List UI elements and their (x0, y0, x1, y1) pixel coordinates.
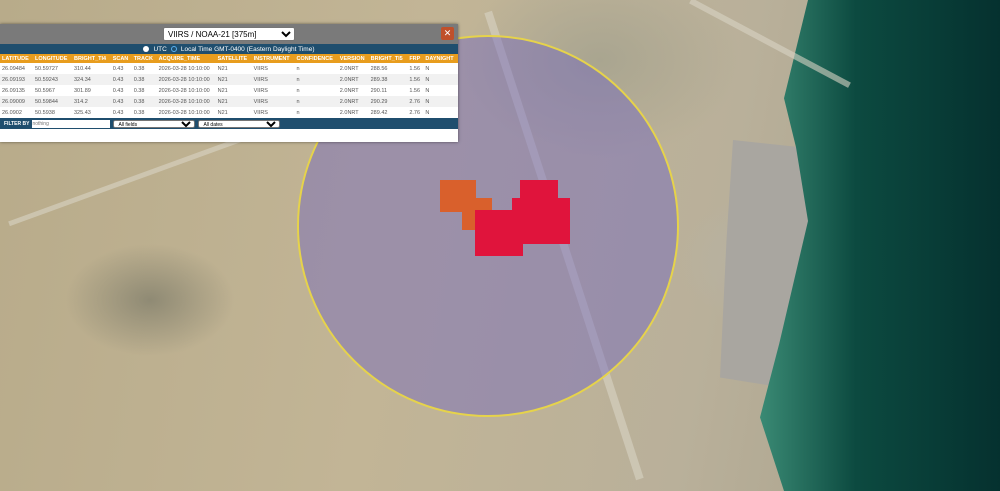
table-cell: N (425, 87, 430, 94)
table-cell: N21 (217, 65, 228, 72)
table-cell: VIIRS (251, 74, 295, 85)
table-cell: 289.38 (368, 74, 408, 85)
column-header[interactable]: LATITUDE (0, 54, 33, 63)
table-cell: 50.5938 (35, 109, 55, 116)
table-cell: 2026-03-28 10:10:00 (158, 109, 210, 116)
table-cell: 2.76 (409, 109, 421, 116)
table-cell: 2026-03-28 10:10:00 (156, 96, 216, 107)
table-cell: 301.89 (74, 87, 91, 94)
table-row[interactable]: 26.0902 50.5938 325.43 0.43 0.38 2026-03-28 1… (0, 107, 458, 118)
time-zone-selector: UTC Local Time GMT-0400 (Eastern Dayligh… (0, 44, 458, 54)
table-cell: VIIRS (253, 87, 268, 94)
table-cell: N21 (217, 109, 228, 116)
filter-bar: FILTER BY All fields All dates (0, 118, 458, 129)
table-cell: N21 (215, 74, 252, 85)
column-header[interactable]: BRIGHT_TI5 (368, 54, 408, 63)
table-cell: 0.43 (112, 65, 124, 72)
table-cell: N (423, 74, 458, 85)
table-cell: 50.5967 (35, 87, 55, 94)
column-header[interactable]: FRP (407, 54, 424, 63)
table-cell: 2.0NRT (339, 109, 359, 116)
table-cell: 0.38 (133, 87, 145, 94)
table-cell: 26.09009 (0, 96, 33, 107)
table-cell: 0.43 (112, 109, 124, 116)
table-cell: 50.59727 (35, 65, 58, 72)
table-cell: 1.56 (407, 74, 424, 85)
table-cell: N21 (215, 96, 252, 107)
table-cell: 0.43 (110, 96, 132, 107)
table-cell: 2026-03-28 10:10:00 (158, 65, 210, 72)
table-cell: 26.09484 (2, 65, 25, 72)
column-header[interactable]: INSTRUMENT (251, 54, 295, 63)
table-cell: n (294, 96, 338, 107)
table-cell: 2026-03-28 10:10:00 (156, 74, 216, 85)
table-cell: N21 (217, 87, 228, 94)
table-cell: 1.56 (409, 87, 421, 94)
close-icon[interactable]: ✕ (441, 27, 454, 40)
column-header[interactable]: BRIGHT_TI4 (72, 54, 111, 63)
table-cell: 0.38 (131, 74, 157, 85)
table-cell: 289.42 (370, 109, 388, 116)
table-cell: n (294, 74, 338, 85)
table-row[interactable]: 26.09484 50.59727 310.44 0.43 0.38 2026-03-28… (0, 63, 458, 74)
table-cell: 50.59844 (33, 96, 72, 107)
fire-data-panel: VIIRS / NOAA-21 [375m] ✕ UTC Local Time … (0, 24, 458, 142)
panel-header: VIIRS / NOAA-21 [375m] ✕ (0, 24, 458, 44)
table-row[interactable]: 26.09193 50.59243 324.34 0.43 0.38 2026-03-28… (0, 74, 458, 85)
table-cell: n (296, 65, 300, 72)
utc-label: UTC (153, 45, 167, 53)
table-cell: 0.38 (133, 65, 145, 72)
table-cell: 50.59243 (33, 74, 72, 85)
filter-label: FILTER BY (4, 120, 30, 127)
local-time-radio[interactable] (170, 46, 177, 52)
table-cell: n (296, 109, 300, 116)
fire-pixel[interactable] (475, 210, 523, 256)
table-cell: 2.0NRT (339, 87, 359, 94)
column-header[interactable]: DAYNIGHT (423, 54, 458, 63)
table-cell: 0.38 (131, 96, 157, 107)
table-cell: N (425, 65, 430, 72)
column-header[interactable]: VERSION (337, 54, 369, 63)
table-cell: 0.38 (133, 109, 145, 116)
table-cell: N (425, 109, 430, 116)
table-cell: 26.09193 (0, 74, 33, 85)
table-cell: 310.44 (74, 65, 91, 72)
table-cell: 0.43 (112, 87, 124, 94)
table-cell: n (296, 87, 300, 94)
table-cell: 26.0902 (2, 109, 22, 116)
field-select[interactable]: All fields (113, 119, 196, 128)
table-cell: VIIRS (251, 96, 295, 107)
table-cell: 1.56 (409, 65, 421, 72)
table-cell: 324.34 (72, 74, 111, 85)
table-cell: 325.43 (74, 109, 91, 116)
dataset-select[interactable]: VIIRS / NOAA-21 [375m] (163, 27, 295, 41)
table-cell: 0.43 (110, 74, 132, 85)
table-cell: 290.29 (368, 96, 408, 107)
table-cell: 2.0NRT (337, 96, 369, 107)
column-header[interactable]: SCAN (110, 54, 132, 63)
utc-radio[interactable] (143, 46, 150, 52)
table-cell: 2.0NRT (339, 65, 359, 72)
date-select[interactable]: All dates (198, 119, 281, 128)
table-cell: N (423, 96, 458, 107)
table-cell: 2.76 (407, 96, 424, 107)
table-row[interactable]: 26.09009 50.59844 314.2 0.43 0.38 2026-03-28 … (0, 96, 458, 107)
column-header[interactable]: SATELLITE (215, 54, 252, 63)
table-cell: 26.09135 (2, 87, 25, 94)
column-header[interactable]: TRACK (131, 54, 157, 63)
column-header[interactable]: ACQUIRE_TIME (156, 54, 216, 63)
local-time-label: Local Time GMT-0400 (Eastern Daylight Ti… (180, 45, 315, 53)
column-header[interactable]: CONFIDENCE (294, 54, 338, 63)
table-cell: 2.0NRT (337, 74, 369, 85)
table-cell: VIIRS (253, 109, 268, 116)
filter-input[interactable] (32, 119, 111, 128)
table-row[interactable]: 26.09135 50.5967 301.89 0.43 0.38 2026-03-28 … (0, 85, 458, 96)
table-cell: 314.2 (72, 96, 111, 107)
table-cell: 290.11 (370, 87, 388, 94)
fire-table: LATITUDE LONGITUDE BRIGHT_TI4 SCAN TRACK ACQU… (0, 54, 458, 118)
column-header[interactable]: LONGITUDE (33, 54, 72, 63)
table-cell: VIIRS (253, 65, 268, 72)
table-cell: 288.56 (370, 65, 388, 72)
table-cell: 2026-03-28 10:10:00 (158, 87, 210, 94)
